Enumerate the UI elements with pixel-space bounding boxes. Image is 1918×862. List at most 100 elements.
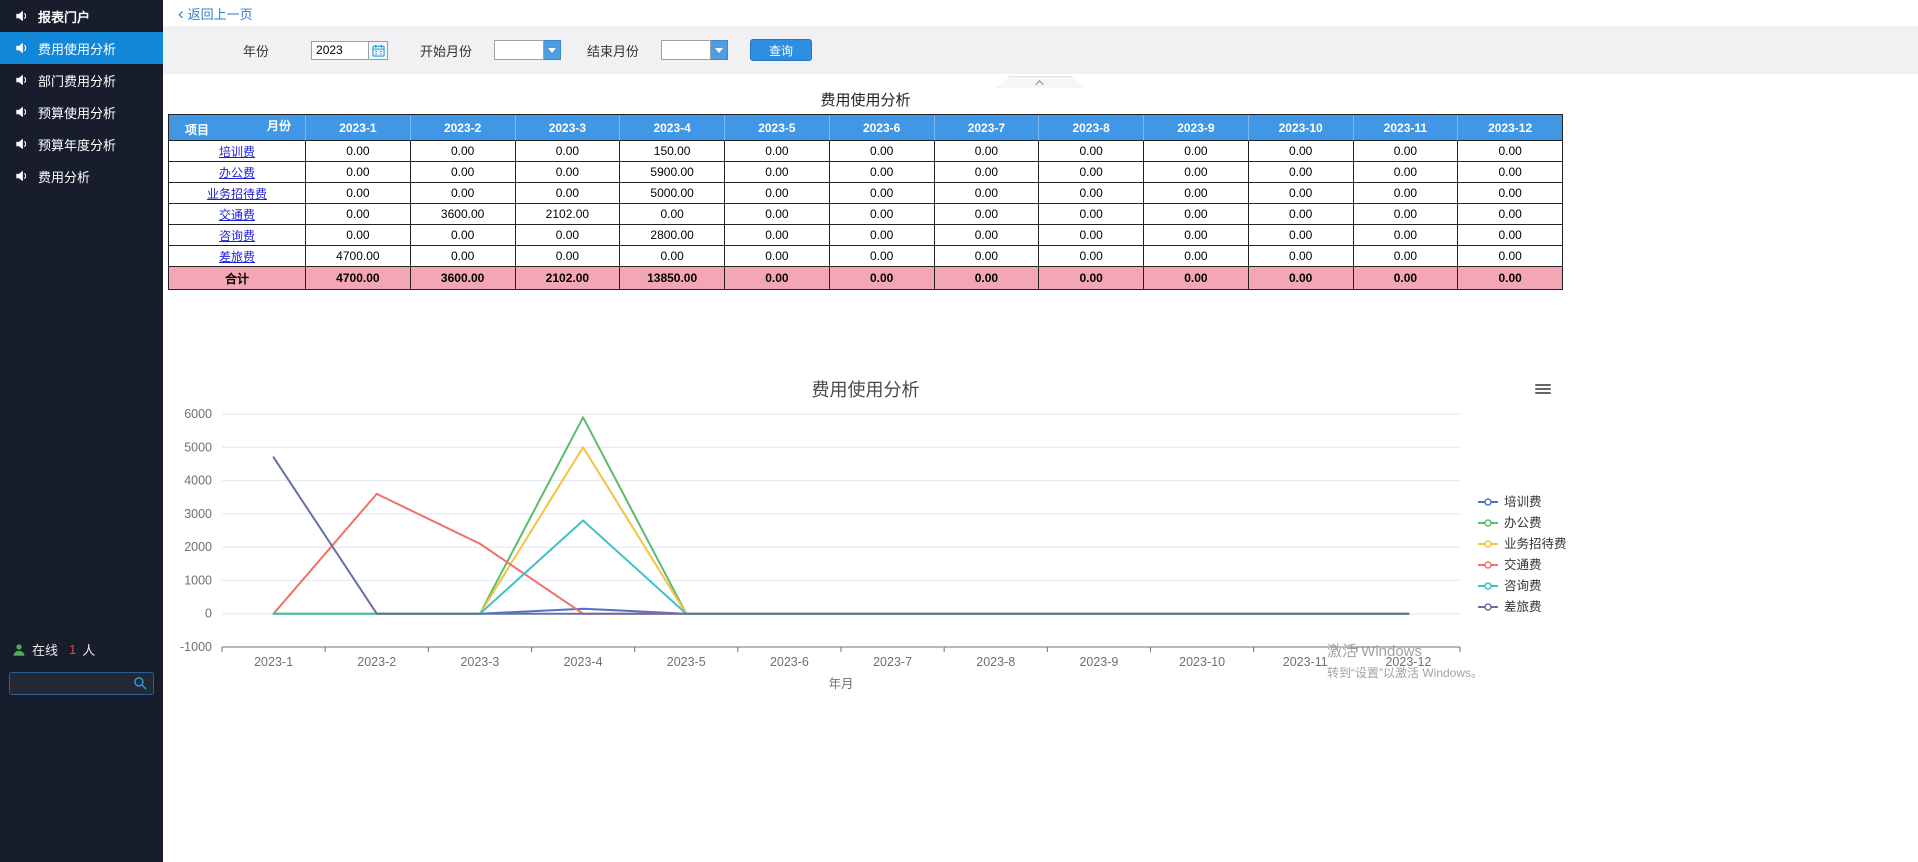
row-item-link[interactable]: 交通费 [219,208,255,222]
legend-marker-dot[interactable] [1485,520,1491,526]
main-content: ‹ 返回上一页 年份 开始月份 结束月份 查询 [163,0,1918,862]
watermark-line1: 激活 Windows [1327,640,1483,661]
back-label: 返回上一页 [188,4,253,23]
start-month-label: 开始月份 [420,41,472,60]
end-month-select[interactable] [661,40,728,60]
collapse-panel-toggle[interactable] [997,76,1085,88]
value-cell: 0.00 [620,204,725,225]
legend-marker-dot[interactable] [1485,562,1491,568]
value-cell: 0.00 [830,183,935,204]
calendar-icon[interactable] [369,41,388,60]
sidebar-header[interactable]: 报表门户 [0,0,163,32]
speaker-icon [15,137,29,151]
toolbox-menu-icon[interactable] [1535,382,1551,396]
legend-label[interactable]: 培训费 [1504,494,1542,509]
sidebar-item-label: 预算使用分析 [38,103,116,122]
value-cell: 0.00 [1144,225,1249,246]
row-item-link[interactable]: 咨询费 [219,229,255,243]
legend-marker-dot[interactable] [1485,583,1491,589]
table-row: 差旅费4700.000.000.000.000.000.000.000.000.… [169,246,1563,267]
speaker-icon [15,105,29,119]
search-icon[interactable] [133,676,148,691]
value-cell: 0.00 [1458,183,1563,204]
dropdown-arrow-icon[interactable] [544,40,561,60]
legend-marker-dot[interactable] [1485,604,1491,610]
value-cell: 0.00 [725,141,830,162]
value-cell: 0.00 [725,204,830,225]
month-header: 2023-5 [725,115,830,141]
x-tick-label: 2023-2 [357,655,396,669]
table-row: 交通费0.003600.002102.000.000.000.000.000.0… [169,204,1563,225]
legend-label[interactable]: 咨询费 [1504,578,1542,593]
row-item-link[interactable]: 培训费 [219,145,255,159]
value-cell: 0.00 [411,183,516,204]
sidebar-item-4[interactable]: 费用分析 [0,160,163,192]
x-tick-label: 2023-1 [254,655,293,669]
month-header: 2023-2 [411,115,516,141]
value-cell: 0.00 [516,162,621,183]
value-cell: 0.00 [411,225,516,246]
back-link[interactable]: ‹ 返回上一页 [178,4,253,23]
speaker-icon [15,73,29,87]
value-cell: 0.00 [1144,183,1249,204]
total-value-cell: 13850.00 [620,267,725,290]
year-label: 年份 [243,41,269,60]
total-value-cell: 0.00 [935,267,1040,290]
series-line[interactable] [274,447,1409,613]
legend-label[interactable]: 交通费 [1504,557,1542,572]
series-line[interactable] [274,521,1409,614]
line-chart[interactable]: -100001000200030004000500060002023-12023… [168,402,1728,702]
y-tick-label: 3000 [184,507,212,521]
value-cell: 0.00 [306,162,411,183]
year-input[interactable] [311,41,369,60]
value-cell: 0.00 [1458,246,1563,267]
value-cell: 0.00 [411,246,516,267]
value-cell: 0.00 [935,183,1040,204]
value-cell: 0.00 [1354,162,1459,183]
expense-table: 月份 项目 2023-12023-22023-32023-42023-52023… [168,114,1563,290]
row-item-link[interactable]: 办公费 [219,166,255,180]
sidebar-item-0[interactable]: 费用使用分析 [0,32,163,64]
y-tick-label: -1000 [180,640,212,654]
end-month-label: 结束月份 [587,41,639,60]
value-cell: 0.00 [725,225,830,246]
start-month-value [494,40,544,60]
sidebar-item-3[interactable]: 预算年度分析 [0,128,163,160]
query-button[interactable]: 查询 [750,39,812,61]
sidebar-item-label: 费用分析 [38,167,90,186]
value-cell: 0.00 [935,204,1040,225]
legend-label[interactable]: 差旅费 [1504,600,1542,614]
x-tick-label: 2023-8 [976,655,1015,669]
y-tick-label: 1000 [184,573,212,587]
legend-marker-dot[interactable] [1485,499,1491,505]
legend-label[interactable]: 业务招待费 [1504,536,1567,551]
value-cell: 0.00 [1039,162,1144,183]
month-header: 2023-1 [306,115,411,141]
legend-label[interactable]: 办公费 [1504,515,1542,530]
row-item-link[interactable]: 差旅费 [219,250,255,264]
online-label: 在线 [32,640,58,659]
total-value-cell: 0.00 [725,267,830,290]
value-cell: 0.00 [411,162,516,183]
month-header: 2023-12 [1458,115,1563,141]
x-tick-label: 2023-6 [770,655,809,669]
row-item-link[interactable]: 业务招待费 [207,187,267,201]
sidebar-item-2[interactable]: 预算使用分析 [0,96,163,128]
value-cell: 0.00 [935,141,1040,162]
start-month-select[interactable] [494,40,561,60]
dropdown-arrow-icon[interactable] [711,40,728,60]
x-tick-label: 2023-11 [1283,655,1328,669]
value-cell: 0.00 [1249,141,1354,162]
top-bar: ‹ 返回上一页 [163,0,1918,26]
series-line[interactable] [274,494,1409,614]
legend-marker-dot[interactable] [1485,541,1491,547]
value-cell: 0.00 [935,246,1040,267]
table-row: 业务招待费0.000.000.005000.000.000.000.000.00… [169,183,1563,204]
sidebar-item-1[interactable]: 部门费用分析 [0,64,163,96]
value-cell: 0.00 [1354,141,1459,162]
speaker-icon [15,41,29,55]
value-cell: 0.00 [1458,225,1563,246]
month-header: 2023-6 [830,115,935,141]
calendar-glyph-icon [372,44,385,57]
value-cell: 0.00 [830,162,935,183]
